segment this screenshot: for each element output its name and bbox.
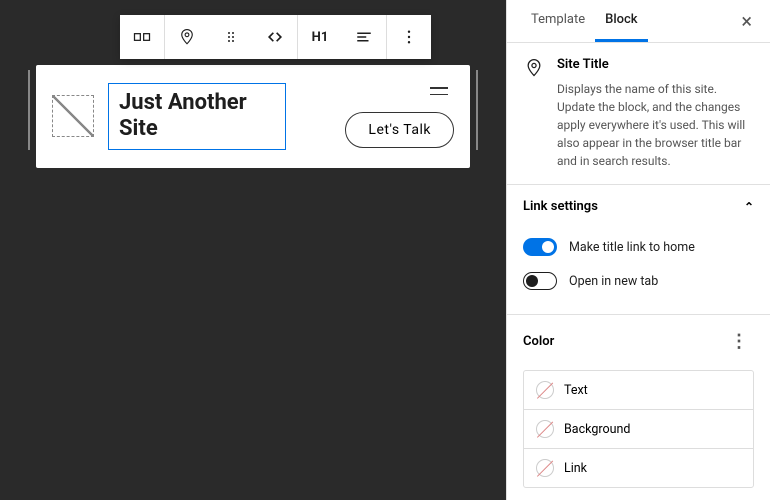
site-title-block[interactable]: Just Another Site: [108, 83, 286, 150]
tab-template[interactable]: Template: [521, 0, 595, 42]
block-description: Displays the name of this site. Update t…: [557, 80, 754, 170]
close-icon[interactable]: ×: [737, 5, 756, 37]
scroll-indicator-right: [476, 70, 478, 150]
color-text-row[interactable]: Text: [524, 371, 753, 410]
color-panel-header[interactable]: Color ⋮: [507, 315, 770, 368]
tab-block[interactable]: Block: [595, 0, 647, 42]
move-arrows-icon[interactable]: [253, 15, 297, 59]
swatch-icon: [536, 381, 554, 399]
site-logo-placeholder[interactable]: [52, 95, 94, 137]
color-link-row[interactable]: Link: [524, 449, 753, 487]
block-info-panel: Site Title Displays the name of this sit…: [507, 43, 770, 185]
cta-button[interactable]: Let's Talk: [345, 112, 454, 148]
color-label: Link: [564, 461, 587, 476]
block-type-button[interactable]: [120, 15, 164, 59]
more-icon[interactable]: ⋮: [724, 329, 754, 354]
more-options-button[interactable]: [387, 15, 431, 59]
block-toolbar: H1: [120, 15, 431, 59]
link-settings-panel: Link settings ⌃ Make title link to home …: [507, 185, 770, 315]
drag-handle-icon[interactable]: [209, 15, 253, 59]
chevron-up-icon: ⌃: [744, 200, 754, 214]
toggle-new-tab[interactable]: [523, 272, 557, 290]
color-label: Text: [564, 383, 588, 398]
link-settings-header[interactable]: Link settings ⌃: [507, 185, 770, 228]
swatch-icon: [536, 420, 554, 438]
scroll-indicator-left: [28, 70, 30, 150]
site-header-block[interactable]: Just Another Site Let's Talk: [36, 65, 470, 168]
toggle-label: Open in new tab: [569, 274, 658, 289]
editor-canvas: H1 Just Another Site Let's Talk: [0, 0, 506, 500]
toggle-link-home[interactable]: [523, 238, 557, 256]
location-pin-icon[interactable]: [165, 15, 209, 59]
menu-icon[interactable]: [430, 87, 448, 95]
align-button[interactable]: [342, 15, 386, 59]
panel-title: Color: [523, 334, 554, 349]
color-panel: Color ⋮ Text Background Link: [507, 315, 770, 500]
settings-sidebar: Template Block × Site Title Displays the…: [506, 0, 770, 500]
color-label: Background: [564, 422, 630, 437]
location-pin-icon: [523, 57, 545, 79]
color-background-row[interactable]: Background: [524, 410, 753, 449]
panel-title: Link settings: [523, 199, 598, 214]
block-title: Site Title: [557, 57, 754, 72]
sidebar-tabs: Template Block ×: [507, 0, 770, 43]
toggle-label: Make title link to home: [569, 240, 695, 255]
heading-level-button[interactable]: H1: [298, 15, 342, 59]
swatch-icon: [536, 459, 554, 477]
